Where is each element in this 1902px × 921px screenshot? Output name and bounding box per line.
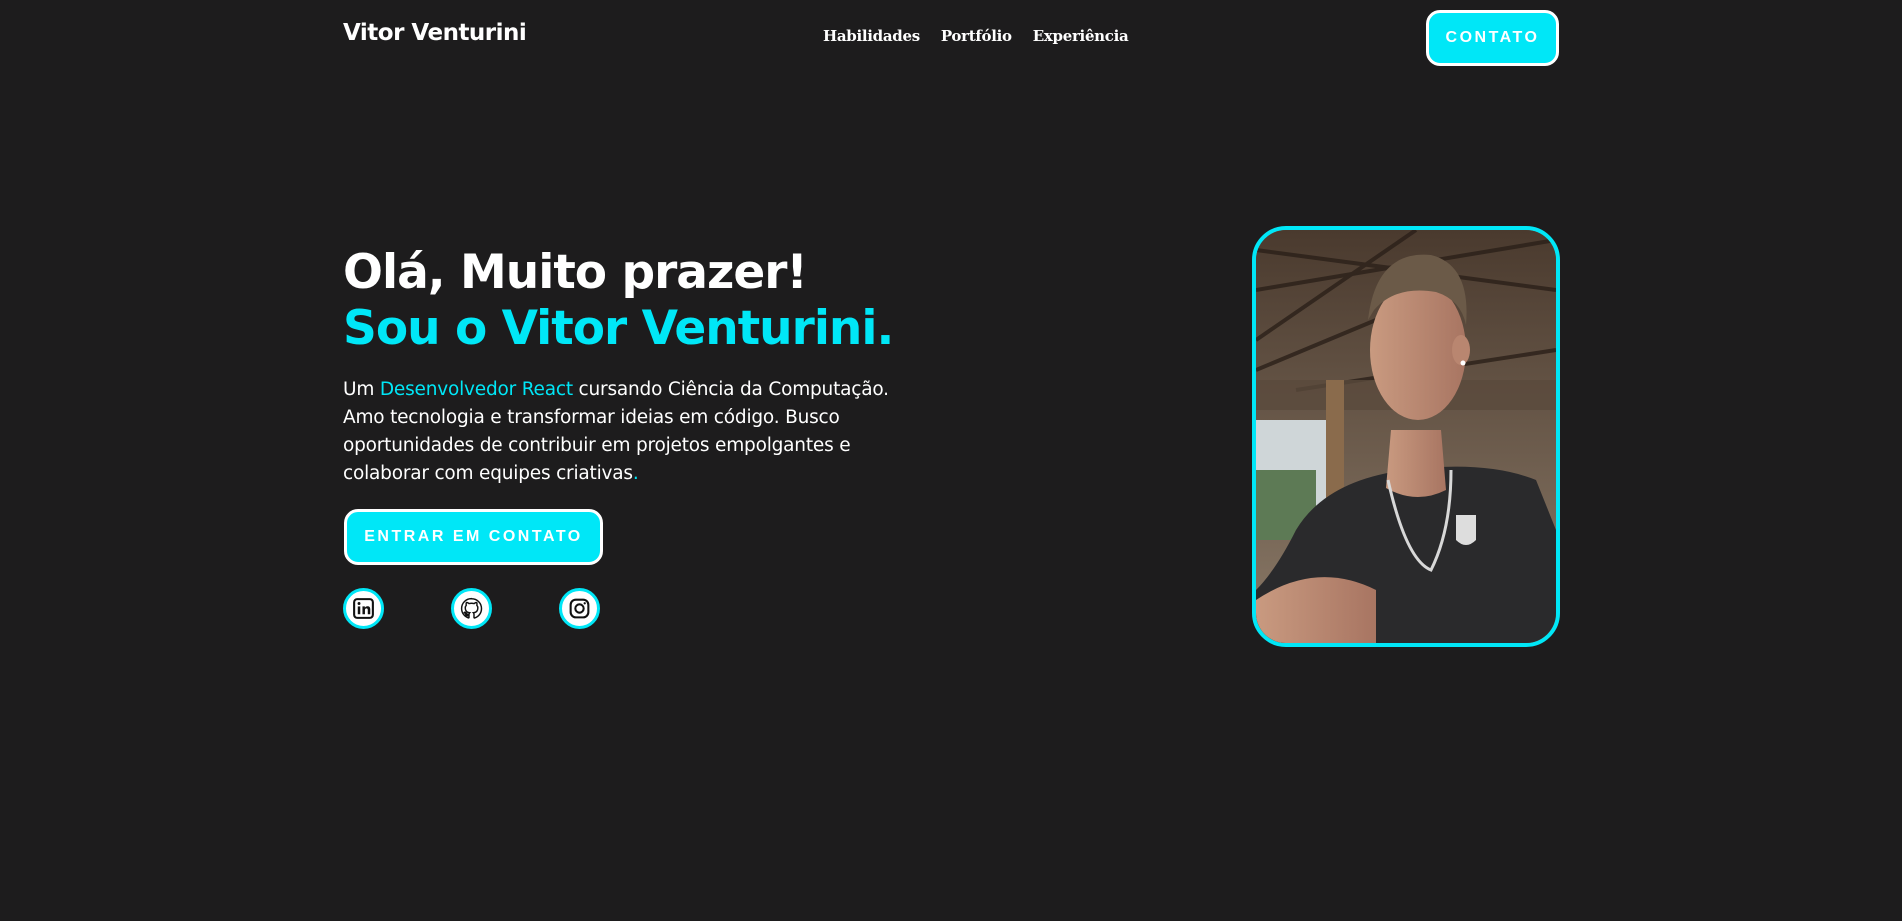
hero-greeting: Olá, Muito prazer! (343, 245, 808, 300)
desc-highlight: Desenvolvedor React (379, 379, 573, 400)
hero-name: Sou o Vitor Venturini. (343, 301, 894, 356)
instagram-link[interactable] (559, 588, 600, 629)
contact-button[interactable]: CONTATO (1426, 10, 1559, 66)
nav-link-habilidades[interactable]: Habilidades (823, 27, 920, 45)
contact-cta-button[interactable]: ENTRAR EM CONTATO (344, 509, 603, 565)
github-icon (460, 597, 483, 619)
github-link[interactable] (451, 588, 492, 629)
hero-title: Olá, Muito prazer! Sou o Vitor Venturini… (343, 245, 894, 357)
brand-logo[interactable]: Vitor Venturini (343, 20, 527, 46)
linkedin-icon (353, 598, 374, 619)
nav-link-portfolio[interactable]: Portfólio (941, 27, 1012, 45)
main-nav: Habilidades Portfólio Experiência (823, 27, 1129, 45)
desc-prefix: Um (343, 379, 380, 400)
profile-photo-illustration (1256, 230, 1556, 643)
nav-link-experiencia[interactable]: Experiência (1033, 27, 1129, 45)
profile-photo (1252, 226, 1560, 647)
desc-period: . (632, 463, 639, 484)
linkedin-link[interactable] (343, 588, 384, 629)
hero-description: Um Desenvolvedor React cursando Ciência … (343, 376, 923, 488)
instagram-icon (569, 598, 590, 619)
site-header: Vitor Venturini Habilidades Portfólio Ex… (0, 0, 1902, 75)
